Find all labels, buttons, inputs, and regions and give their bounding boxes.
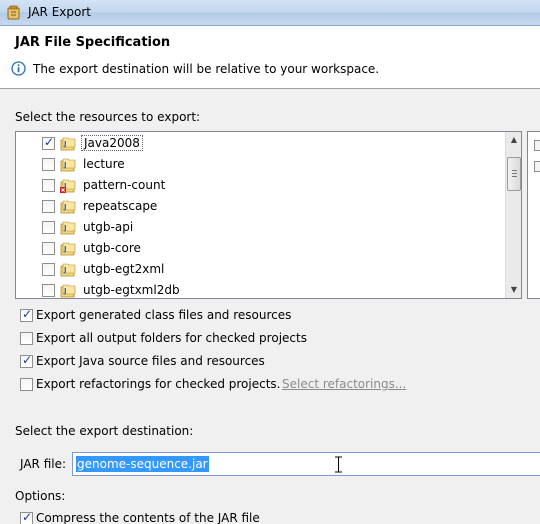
resources-tree[interactable]: JJava2008JlectureJpattern-countJrepeatsc… — [15, 131, 522, 299]
tree-item-utgb-api[interactable]: Jutgb-api — [16, 217, 504, 238]
tree-vertical-scrollbar[interactable]: ▲ ▼ — [505, 132, 521, 298]
java-project-icon: J — [60, 221, 76, 235]
svg-text:J: J — [63, 224, 67, 232]
project-checkbox[interactable] — [42, 179, 55, 192]
project-name: lecture — [83, 157, 125, 171]
project-name: utgb-egtxml2db — [83, 283, 180, 297]
export-class-files-label: Export generated class files and resourc… — [36, 308, 292, 322]
text-cursor-icon — [335, 456, 342, 473]
scroll-up-arrow-icon[interactable]: ▲ — [506, 132, 521, 148]
svg-text:J: J — [63, 266, 67, 274]
project-name: pattern-count — [83, 178, 166, 192]
svg-text:J: J — [63, 161, 67, 169]
destination-label: Select the export destination: — [15, 424, 194, 438]
page-title: JAR File Specification — [15, 35, 171, 50]
project-checkbox[interactable] — [42, 200, 55, 213]
file-checkbox[interactable] — [534, 161, 540, 172]
java-project-icon: J — [60, 200, 76, 214]
tree-item-utgb-egt2xml[interactable]: Jutgb-egt2xml — [16, 259, 504, 280]
info-icon — [11, 61, 26, 76]
project-checkbox[interactable] — [42, 242, 55, 255]
eclipse-jar-icon — [7, 5, 20, 20]
project-checkbox[interactable] — [42, 263, 55, 276]
svg-text:J: J — [63, 245, 67, 253]
project-error-icon: J — [60, 179, 76, 193]
export-class-files-option[interactable]: Export generated class files and resourc… — [20, 307, 320, 325]
window-title: JAR Export — [28, 5, 91, 19]
java-project-icon: J — [60, 242, 76, 256]
project-checkbox[interactable] — [42, 284, 55, 297]
project-name: utgb-egt2xml — [83, 262, 165, 276]
jar-file-label: JAR file: — [20, 457, 67, 471]
project-checkbox[interactable] — [42, 135, 55, 150]
compress-label: Compress the contents of the JAR file — [36, 511, 260, 524]
options-label: Options: — [15, 489, 66, 503]
svg-text:J: J — [63, 203, 67, 211]
project-name: utgb-api — [83, 220, 134, 234]
tree-item-lecture[interactable]: Jlecture — [16, 154, 504, 175]
java-project-icon: J — [60, 284, 76, 298]
export-refactorings-checkbox[interactable] — [20, 378, 33, 391]
title-bar: JAR Export — [0, 0, 540, 26]
export-source-files-label: Export Java source files and resources — [36, 354, 265, 368]
project-name: Java2008 — [81, 135, 143, 151]
export-refactorings-option[interactable]: Export refactorings for checked projects… — [20, 376, 280, 394]
project-checkbox[interactable] — [42, 158, 55, 171]
select-refactorings-link[interactable]: Select refactorings... — [282, 377, 406, 391]
compress-option[interactable]: Compress the contents of the JAR file — [20, 510, 280, 524]
svg-text:J: J — [63, 140, 67, 148]
tree-item-repeatscape[interactable]: Jrepeatscape — [16, 196, 504, 217]
project-name: repeatscape — [83, 199, 158, 213]
svg-text:J: J — [63, 287, 67, 295]
export-refactorings-label: Export refactorings for checked projects… — [36, 377, 281, 391]
jar-file-value: genome-sequence.jar — [76, 456, 209, 472]
scroll-down-arrow-icon[interactable]: ▼ — [506, 282, 521, 298]
project-checkbox[interactable] — [42, 221, 55, 234]
jar-file-input[interactable]: genome-sequence.jar — [72, 452, 540, 476]
tree-item-java2008[interactable]: J Java2008 — [16, 133, 504, 154]
export-output-folders-label: Export all output folders for checked pr… — [36, 331, 307, 345]
java-project-icon: J — [60, 263, 76, 277]
file-checkbox[interactable] — [534, 140, 540, 151]
tree-item-pattern-count[interactable]: Jpattern-count — [16, 175, 504, 196]
project-name: utgb-core — [83, 241, 141, 255]
wizard-header: JAR File Specification The export destin… — [0, 26, 540, 89]
tree-item-utgb-core[interactable]: Jutgb-core — [16, 238, 504, 259]
export-output-folders-checkbox[interactable] — [20, 332, 33, 345]
scroll-thumb[interactable] — [507, 157, 521, 191]
java-project-icon: J — [60, 158, 76, 172]
export-class-files-checkbox[interactable] — [20, 307, 33, 322]
resources-label: Select the resources to export: — [15, 110, 201, 124]
export-output-folders-option[interactable]: Export all output folders for checked pr… — [20, 330, 320, 348]
export-source-files-checkbox[interactable] — [20, 353, 33, 368]
tree-item-utgb-egtxml2db[interactable]: Jutgb-egtxml2db — [16, 280, 504, 298]
resources-file-list[interactable] — [527, 131, 540, 299]
compress-checkbox[interactable] — [20, 510, 33, 524]
java-project-icon: J — [60, 137, 76, 151]
header-message: The export destination will be relative … — [33, 62, 380, 76]
export-source-files-option[interactable]: Export Java source files and resources — [20, 353, 320, 371]
